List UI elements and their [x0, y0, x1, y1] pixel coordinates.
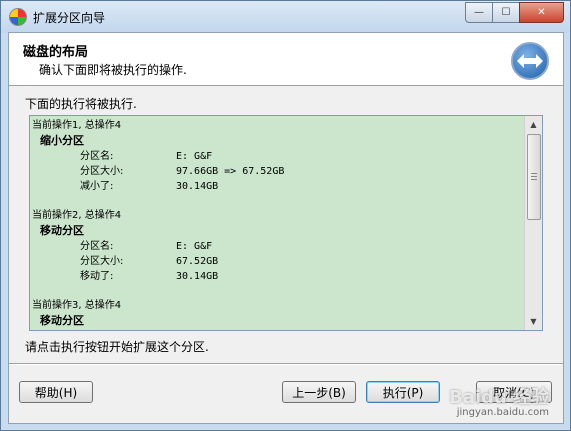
detail-value: 67.52GB — [176, 256, 219, 267]
grip-icon — [531, 173, 537, 181]
detail-value: 97.66GB => 67.52GB — [176, 166, 285, 177]
operations-label: 下面的执行将被执行. — [25, 97, 137, 111]
close-icon: ✕ — [537, 7, 546, 18]
operation-detail-row: 分区名: E: G&F — [32, 239, 526, 254]
page-subtitle: 确认下面即将被执行的操作. — [39, 63, 187, 77]
maximize-button[interactable]: ☐ — [492, 2, 520, 23]
operation-header: 当前操作1, 总操作4 — [32, 120, 122, 131]
detail-value: E: G&F — [176, 241, 213, 252]
detail-value: 30.14GB — [176, 271, 219, 282]
close-button[interactable]: ✕ — [519, 2, 564, 23]
detail-value: 30.14GB — [176, 181, 219, 192]
vertical-scrollbar[interactable]: ▲ ▼ — [524, 116, 542, 330]
title-bar[interactable]: 扩展分区向导 — ☐ ✕ — [1, 1, 570, 33]
detail-key: 移动了: — [80, 271, 114, 282]
detail-key: 分区名: — [80, 241, 114, 252]
detail-value: D: — [176, 329, 526, 330]
operation-detail-row: 分区名:D: — [32, 329, 526, 330]
operation-header: 当前操作2, 总操作4 — [32, 210, 122, 221]
scroll-up-button[interactable]: ▲ — [525, 116, 542, 133]
detail-key: 分区大小: — [80, 166, 124, 177]
operation-name: 移动分区 — [40, 314, 84, 327]
instruction-text: 请点击执行按钮开始扩展这个分区. — [25, 340, 209, 354]
operation-detail-row: 分区大小: 97.66GB => 67.52GB — [32, 164, 526, 179]
minimize-icon: — — [474, 7, 484, 18]
detail-key: 减小了: — [80, 181, 114, 192]
window-controls: — ☐ ✕ — [465, 2, 564, 23]
app-icon — [9, 8, 27, 26]
operation-spacer — [32, 284, 526, 298]
page-title: 磁盘的布局 — [23, 45, 89, 60]
operation-name: 缩小分区 — [40, 134, 84, 147]
arrow-down-icon: ▼ — [530, 317, 537, 326]
operation-detail-row: 分区大小: 67.52GB — [32, 254, 526, 269]
minimize-button[interactable]: — — [465, 2, 493, 23]
wizard-window: 扩展分区向导 — ☐ ✕ 磁盘的布局 确认下面即将被执行的操作. 下面的执行将被… — [0, 0, 571, 431]
dialog-body: 磁盘的布局 确认下面即将被执行的操作. 下面的执行将被执行. 当前操作1, 总操… — [8, 32, 564, 424]
back-button[interactable]: 上一步(B) — [282, 381, 356, 403]
divider — [9, 363, 563, 365]
help-button[interactable]: 帮助(H) — [19, 381, 93, 403]
window-title: 扩展分区向导 — [33, 11, 106, 25]
wizard-header: 磁盘的布局 确认下面即将被执行的操作. — [9, 33, 563, 86]
operation-header: 当前操作3, 总操作4 — [32, 300, 122, 311]
partition-resize-icon — [511, 42, 549, 80]
detail-key: 分区名: — [32, 329, 176, 330]
detail-key: 分区大小: — [80, 256, 124, 267]
scroll-down-button[interactable]: ▼ — [525, 313, 542, 330]
arrow-up-icon: ▲ — [530, 120, 537, 129]
execute-button[interactable]: 执行(P) — [366, 381, 440, 403]
operation-detail-row: 减小了: 30.14GB — [32, 179, 526, 194]
maximize-icon: ☐ — [501, 7, 511, 18]
operations-list[interactable]: 当前操作1, 总操作4 缩小分区分区名: E: G&F 分区大小: 97.66GB =>… — [29, 115, 543, 331]
operation-name: 移动分区 — [40, 224, 84, 237]
cancel-button[interactable]: 取消(C) — [476, 381, 552, 403]
operations-content: 当前操作1, 总操作4 缩小分区分区名: E: G&F 分区大小: 97.66GB =>… — [32, 118, 526, 330]
watermark-url: jingyan.baidu.com — [456, 407, 549, 418]
detail-key: 分区名: — [80, 151, 114, 162]
scroll-thumb[interactable] — [527, 134, 541, 220]
operation-spacer — [32, 194, 526, 208]
operation-detail-row: 移动了: 30.14GB — [32, 269, 526, 284]
detail-value: E: G&F — [176, 151, 213, 162]
operation-detail-row: 分区名: E: G&F — [32, 149, 526, 164]
